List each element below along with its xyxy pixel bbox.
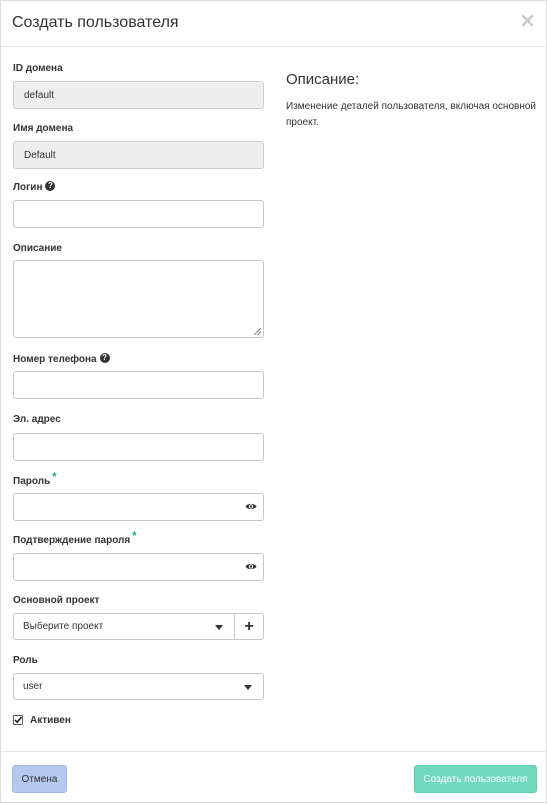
- dialog-header: Создать пользователя ×: [1, 1, 546, 47]
- email-label: Эл. адрес: [13, 414, 61, 425]
- domain-id-value: default: [24, 89, 55, 101]
- project-label: Основной проект: [13, 595, 100, 606]
- domain-name-value: Default: [24, 149, 56, 161]
- description-text: Изменение деталей пользователя, включая …: [286, 101, 536, 128]
- login-label-wrap: Логин?: [13, 181, 56, 193]
- password-confirm-field: [13, 553, 264, 581]
- caret-down-icon: [215, 625, 223, 630]
- password-confirm-label: Подтверждение пароля: [13, 535, 131, 546]
- description-textarea-wrap: [13, 260, 264, 338]
- plus-icon: +: [244, 617, 254, 635]
- required-mark: *: [132, 530, 137, 542]
- required-mark: *: [52, 471, 57, 483]
- eye-icon[interactable]: [245, 562, 257, 571]
- add-project-button[interactable]: +: [234, 613, 264, 640]
- domain-name-field: Default: [13, 141, 264, 169]
- password-label-wrap: Пароль *: [13, 471, 57, 487]
- password-confirm-input[interactable]: [13, 553, 264, 581]
- phone-input[interactable]: [13, 371, 264, 399]
- email-input[interactable]: [13, 433, 264, 461]
- role-label: Роль: [13, 655, 38, 666]
- dialog-footer: Отмена Создать пользователя: [1, 751, 546, 804]
- domain-id-field: default: [13, 81, 264, 109]
- close-icon[interactable]: ×: [519, 10, 536, 30]
- help-icon[interactable]: ?: [45, 181, 56, 192]
- create-user-dialog: Создать пользователя × Описание: Изменен…: [0, 0, 547, 803]
- domain-id-label: ID домена: [13, 63, 63, 74]
- phone-label-wrap: Номер телефона?: [13, 353, 110, 365]
- caret-down-icon: [244, 685, 252, 690]
- password-field: [13, 493, 264, 521]
- login-label: Логин: [13, 182, 43, 193]
- project-selected-value: Выберите проект: [23, 621, 104, 632]
- active-label: Активен: [30, 715, 71, 726]
- role-select[interactable]: user: [13, 673, 264, 700]
- resize-grip-icon[interactable]: [254, 328, 261, 335]
- login-input[interactable]: [13, 200, 264, 228]
- description-heading: Описание:: [286, 71, 360, 88]
- domain-name-label: Имя домена: [13, 123, 74, 134]
- create-user-button[interactable]: Создать пользователя: [414, 765, 537, 793]
- description-textarea[interactable]: [13, 260, 264, 338]
- checkbox-checked-icon[interactable]: [13, 715, 23, 725]
- eye-icon[interactable]: [245, 502, 257, 511]
- description-label: Описание: [13, 243, 62, 254]
- description-panel: Описание: Изменение деталей пользователя…: [286, 71, 541, 131]
- help-icon[interactable]: ?: [99, 353, 110, 364]
- cancel-button[interactable]: Отмена: [12, 765, 67, 793]
- dialog-title: Создать пользователя: [12, 14, 179, 31]
- password-label: Пароль: [13, 476, 51, 487]
- password-confirm-label-wrap: Подтверждение пароля *: [13, 530, 137, 546]
- role-selected-value: user: [23, 681, 43, 692]
- phone-label: Номер телефона: [13, 354, 97, 365]
- project-select[interactable]: Выберите проект: [13, 613, 235, 640]
- password-input[interactable]: [13, 493, 264, 521]
